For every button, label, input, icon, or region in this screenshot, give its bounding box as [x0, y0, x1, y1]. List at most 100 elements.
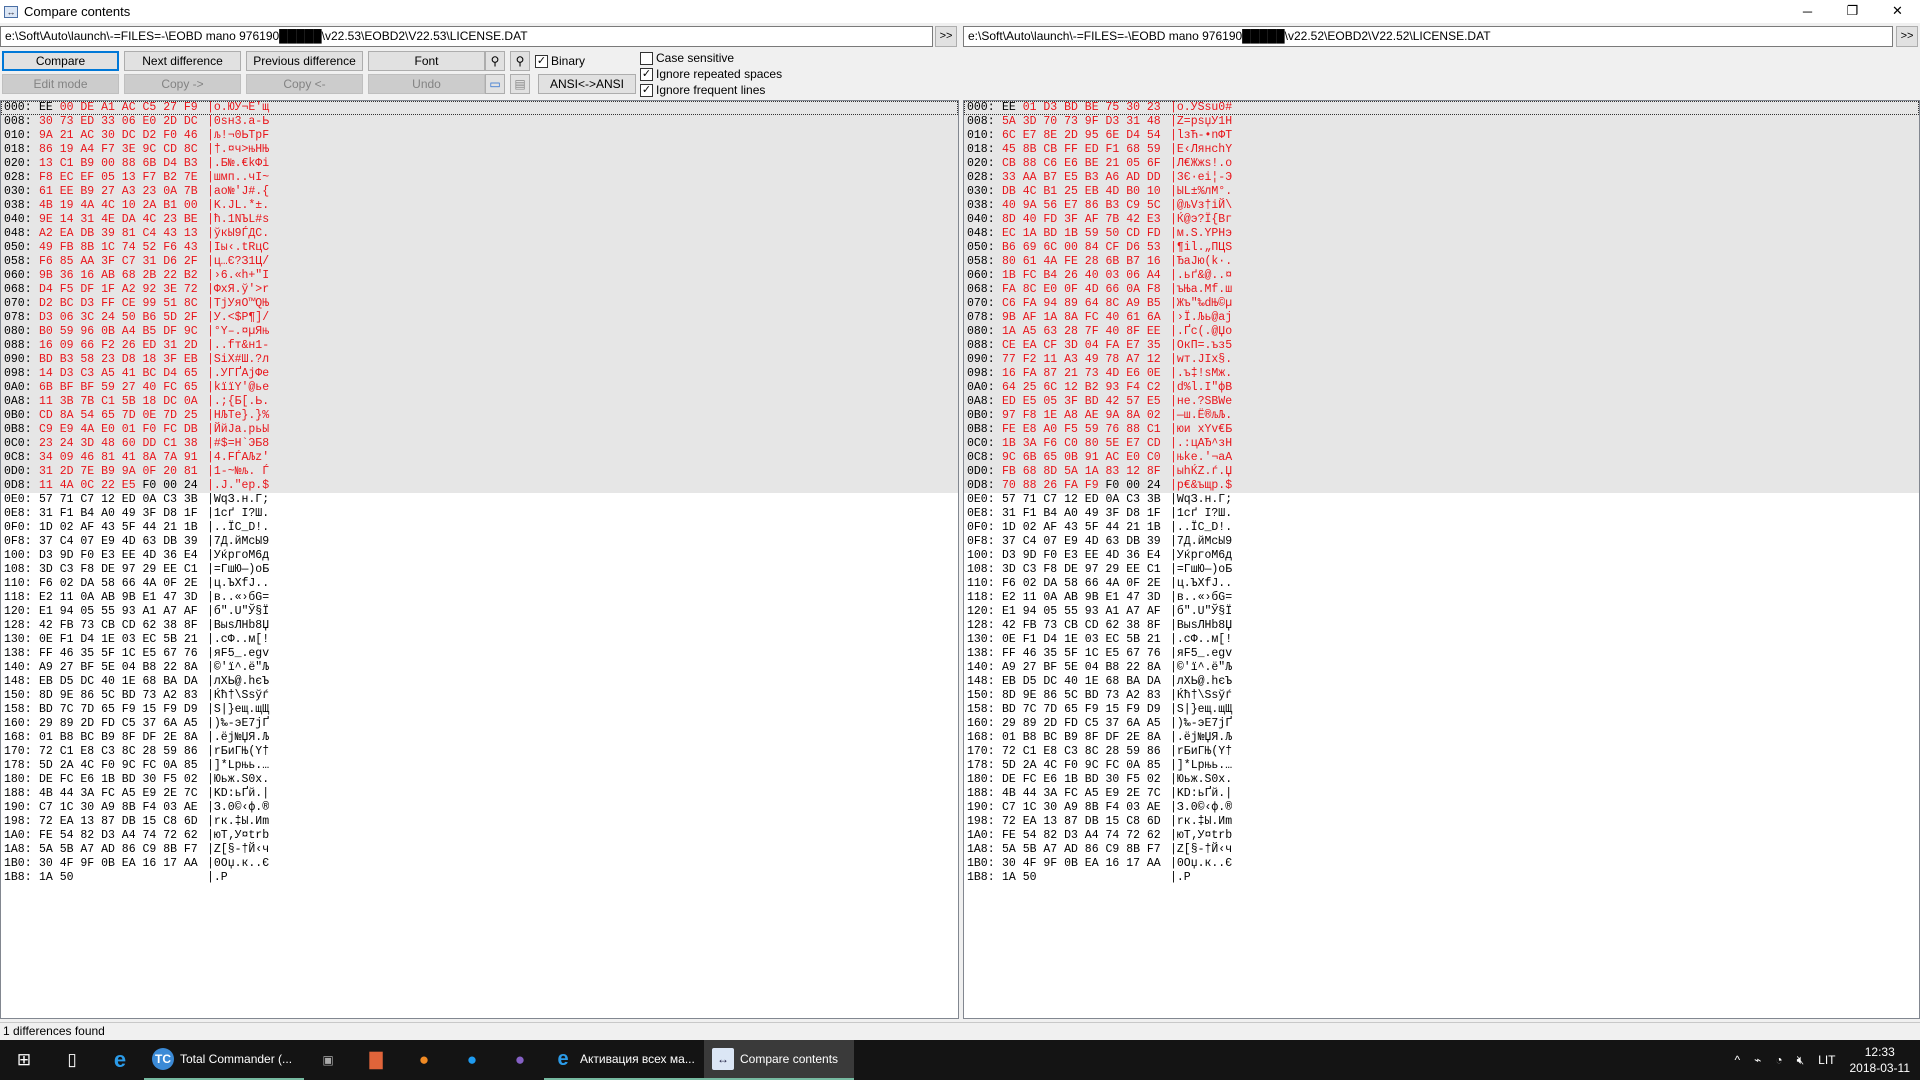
hex-row[interactable]: 180: DE FC E6 1B BD 30 F5 02 |Юьж.Ѕ0х. [1, 773, 958, 787]
hex-row[interactable]: 090: BD B3 58 23 D8 18 3F EB |ЅіX#Ш.?л [1, 353, 958, 367]
hex-row[interactable]: 030: 61 EE B9 27 A3 23 0A 7B |ao№'Ј#.{ [1, 185, 958, 199]
maximize-button[interactable]: ❐ [1830, 0, 1875, 22]
hex-row[interactable]: 0E0: 57 71 C7 12 ED 0A C3 3B |WqЗ.н.Г; [964, 493, 1919, 507]
hex-row[interactable]: 078: D3 06 3C 24 50 B6 5D 2F |У.<$P¶]/ [1, 311, 958, 325]
hex-row[interactable]: 150: 8D 9E 86 5C BD 73 A2 83 |Ќћ†\Ѕsўѓ [964, 689, 1919, 703]
binary-check-box[interactable]: ✓ [535, 54, 548, 68]
hex-row[interactable]: 020: CB 88 C6 E6 BE 21 05 6F |Л€Жжѕ!.o [964, 157, 1919, 171]
hex-row[interactable]: 058: F6 85 AA 3F C7 31 D6 2F |ц…Є?З1Ц/ [1, 255, 958, 269]
font-button[interactable]: Font [368, 51, 485, 71]
ignore-frequent-box[interactable]: ✓ [640, 83, 653, 97]
hex-row[interactable]: 048: A2 EA DB 39 81 C4 43 13 |ўкЫ9ЃДC. [1, 227, 958, 241]
hex-row[interactable]: 158: BD 7C 7D 65 F9 15 F9 D9 |Ѕ|}eщ.щЩ [964, 703, 1919, 717]
hex-row[interactable]: 110: F6 02 DA 58 66 4A 0F 2E |ц.ЪXfJ.. [1, 577, 958, 591]
ignore-spaces-box[interactable]: ✓ [640, 67, 653, 81]
hex-row[interactable]: 1A8: 5A 5B A7 AD 86 C9 8B F7 |Z[§-†Й‹ч [964, 843, 1919, 857]
hex-row[interactable]: 070: C6 FA 94 89 64 8C A9 B5 |Жъ"‰dЊ©µ [964, 297, 1919, 311]
ignore-repeated-spaces-checkbox[interactable]: ✓ Ignore repeated spaces [640, 67, 782, 81]
hex-row[interactable]: 140: A9 27 BF 5E 04 B8 22 8A |©'ї^.ё"Љ [964, 661, 1919, 675]
hex-row[interactable]: 148: EB D5 DC 40 1E 68 BA DA |лХЬ@.hєЪ [964, 675, 1919, 689]
previous-difference-button[interactable]: Previous difference [246, 51, 363, 71]
hex-row[interactable]: 190: C7 1C 30 A9 8B F4 03 AE |З.0©‹ф.® [964, 801, 1919, 815]
hex-row[interactable]: 0A8: 11 3B 7B C1 5B 18 DC 0A |.;{Б[.Ь. [1, 395, 958, 409]
ansi-conversion-button[interactable]: ANSI<->ANSI [538, 74, 636, 94]
save-icon[interactable]: ▤ [510, 74, 530, 94]
hex-row[interactable]: 1B0: 30 4F 9F 0B EA 16 17 AA |0Oџ.к..Є [1, 857, 958, 871]
case-sensitive-checkbox[interactable]: Case sensitive [640, 51, 734, 65]
right-browse-button[interactable]: >> [1896, 26, 1918, 47]
hex-row[interactable]: 050: B6 69 6C 00 84 CF D6 53 |¶il.„ПЦS [964, 241, 1919, 255]
clock[interactable]: 12:33 2018-03-11 [1850, 1044, 1911, 1076]
hex-row[interactable]: 1A8: 5A 5B A7 AD 86 C9 8B F7 |Z[§-†Й‹ч [1, 843, 958, 857]
hex-row[interactable]: 060: 1B FC B4 26 40 03 06 A4 |.ьґ&@..¤ [964, 269, 1919, 283]
hex-row[interactable]: 1A0: FE 54 82 D3 A4 74 72 62 |юT‚У¤trb [964, 829, 1919, 843]
hex-row[interactable]: 000: EE 00 DE A1 AC C5 27 F9 |o.ЮЎ¬Е'щ [1, 101, 958, 115]
hex-row[interactable]: 028: 33 AA B7 E5 B3 A6 AD DD |3Є·еі¦-Э [964, 171, 1919, 185]
hex-row[interactable]: 0E8: 31 F1 B4 A0 49 3F D8 1F |1сґ I?Ш. [1, 507, 958, 521]
hex-row[interactable]: 040: 9E 14 31 4E DA 4C 23 BE |ћ.1NЪL#ѕ [1, 213, 958, 227]
hex-row[interactable]: 198: 72 EA 13 87 DB 15 C8 6D |rк.‡Ы.Иm [1, 815, 958, 829]
hex-row[interactable]: 028: F8 EC EF 05 13 F7 B2 7E |шмп..чІ~ [1, 171, 958, 185]
hex-row[interactable]: 0B8: FE E8 A0 F5 59 76 88 C1 |юи хYv€Б [964, 423, 1919, 437]
volume-muted-icon[interactable]: 🔇︎ [1797, 1053, 1805, 1068]
hex-row[interactable]: 100: D3 9D F0 E3 EE 4D 36 E4 |УќргоM6д [1, 549, 958, 563]
hex-row[interactable]: 050: 49 FB 8B 1C 74 52 F6 43 |Iы‹.tRцC [1, 241, 958, 255]
hex-row[interactable]: 168: 01 B8 BC B9 8F DF 2E 8A |.ёј№ЏЯ.Љ [1, 731, 958, 745]
hex-row[interactable]: 080: 1A A5 63 28 7F 40 8F EE |.Ґc(.@Џо [964, 325, 1919, 339]
hex-row[interactable]: 008: 5A 3D 70 73 9F D3 31 48 |Z=psџУ1H [964, 115, 1919, 129]
hex-row[interactable]: 0F8: 37 C4 07 E9 4D 63 DB 39 |7Д.йMcЫ9 [1, 535, 958, 549]
hex-row[interactable]: 0C8: 34 09 46 81 41 8A 7A 91 |4.FЃAЉz' [1, 451, 958, 465]
hex-row[interactable]: 0A0: 64 25 6C 12 B2 93 F4 C2 |d%l.І"фВ [964, 381, 1919, 395]
hex-row[interactable]: 148: EB D5 DC 40 1E 68 BA DA |лХЬ@.hєЪ [1, 675, 958, 689]
blue-app-icon[interactable]: ● [448, 1040, 496, 1080]
hex-row[interactable]: 150: 8D 9E 86 5C BD 73 A2 83 |Ќћ†\Ѕsўѓ [1, 689, 958, 703]
hex-row[interactable]: 098: 14 D3 C3 A5 41 BC D4 65 |.УГҐAјФe [1, 367, 958, 381]
find-next-icon[interactable]: ⚲ [510, 51, 530, 71]
hex-row[interactable]: 0C8: 9C 6B 65 0B 91 AC E0 C0 |њke.'¬аА [964, 451, 1919, 465]
hex-row[interactable]: 110: F6 02 DA 58 66 4A 0F 2E |ц.ЪXfJ.. [964, 577, 1919, 591]
hex-row[interactable]: 058: 80 61 4A FE 28 6B B7 16 |ЂaJю(k·. [964, 255, 1919, 269]
hex-row[interactable]: 138: FF 46 35 5F 1C E5 67 76 |яF5_.еgv [1, 647, 958, 661]
hex-row[interactable]: 118: E2 11 0A AB 9B E1 47 3D |в..«›бG= [1, 591, 958, 605]
hex-row[interactable]: 1B8: 1A 50 |.P [964, 871, 1919, 885]
headphones-app-icon[interactable]: ▇ [352, 1040, 400, 1080]
hex-row[interactable]: 008: 30 73 ED 33 06 E0 2D DC |0sн3.а-Ь [1, 115, 958, 129]
hex-row[interactable]: 130: 0E F1 D4 1E 03 EC 5B 21 |.сФ..м[! [964, 633, 1919, 647]
hex-row[interactable]: 0F0: 1D 02 AF 43 5F 44 21 1B |..ЇC_D!. [964, 521, 1919, 535]
hex-row[interactable]: 010: 9A 21 AC 30 DC D2 F0 46 |љ!¬0ЬТрF [1, 129, 958, 143]
hex-row[interactable]: 128: 42 FB 73 CB CD 62 38 8F |BыsЛНb8Џ [964, 619, 1919, 633]
hex-row[interactable]: 138: FF 46 35 5F 1C E5 67 76 |яF5_.еgv [964, 647, 1919, 661]
hex-row[interactable]: 188: 4B 44 3A FC A5 E9 2E 7C |KD:ьҐй.| [964, 787, 1919, 801]
hex-row[interactable]: 0C0: 1B 3A F6 C0 80 5E E7 CD |.:цАЂ^зН [964, 437, 1919, 451]
hex-row[interactable]: 030: DB 4C B1 25 EB 4D B0 10 |ЫL±%лM°. [964, 185, 1919, 199]
hex-row[interactable]: 140: A9 27 BF 5E 04 B8 22 8A |©'ї^.ё"Љ [1, 661, 958, 675]
copy-right-button[interactable]: Copy -> [124, 74, 241, 94]
hex-row[interactable]: 170: 72 C1 E8 C3 8C 28 59 86 |rБиГЊ(Y† [964, 745, 1919, 759]
left-file-path-input[interactable]: e:\Soft\Auto\launch\-=FILES=-\EOBD mano … [0, 26, 933, 47]
hex-row[interactable]: 068: D4 F5 DF 1F A2 92 3E 72 |ФхЯ.ў'>r [1, 283, 958, 297]
hex-row[interactable]: 078: 9B AF 1A 8A FC 40 61 6A |›Ї.Љь@aj [964, 311, 1919, 325]
hex-row[interactable]: 088: 16 09 66 F2 26 ED 31 2D |..fт&н1- [1, 339, 958, 353]
battery-icon[interactable]: ⌁ [1754, 1053, 1761, 1067]
hex-row[interactable]: 160: 29 89 2D FD C5 37 6A A5 |)‰-эЕ7jҐ [1, 717, 958, 731]
compare-button[interactable]: Compare [2, 51, 119, 71]
hex-row[interactable]: 068: FA 8C E0 0F 4D 66 0A F8 |ъЊа.Mf.ш [964, 283, 1919, 297]
hex-row[interactable]: 088: CE EA CF 3D 04 FA E7 35 |ОкП=.ъз5 [964, 339, 1919, 353]
hex-row[interactable]: 158: BD 7C 7D 65 F9 15 F9 D9 |Ѕ|}eщ.щЩ [1, 703, 958, 717]
start-windows-icon[interactable]: ⊞ [0, 1040, 48, 1080]
hex-row[interactable]: 130: 0E F1 D4 1E 03 EC 5B 21 |.сФ..м[! [1, 633, 958, 647]
hex-row[interactable]: 160: 29 89 2D FD C5 37 6A A5 |)‰-эЕ7jҐ [964, 717, 1919, 731]
hex-row[interactable]: 1A0: FE 54 82 D3 A4 74 72 62 |юT‚У¤trb [1, 829, 958, 843]
copy-left-button[interactable]: Copy <- [246, 74, 363, 94]
edit-mode-button[interactable]: Edit mode [2, 74, 119, 94]
hex-row[interactable]: 048: EC 1A BD 1B 59 50 CD FD |м.Ѕ.YPНэ [964, 227, 1919, 241]
undo-button[interactable]: Undo [368, 74, 485, 94]
hex-row[interactable]: 0A8: ED E5 05 3F BD 42 57 E5 |не.?ЅBWе [964, 395, 1919, 409]
hex-row[interactable]: 070: D2 BC D3 FF CE 99 51 8C |ТјУяО™QЊ [1, 297, 958, 311]
hex-row[interactable]: 108: 3D C3 F8 DE 97 29 EE C1 |=ГшЮ—)оБ [1, 563, 958, 577]
show-hidden-icons-chevron-icon[interactable]: ^ [1734, 1053, 1740, 1067]
window-layout-icon[interactable]: ▭ [485, 74, 505, 94]
hex-row[interactable]: 0D0: 31 2D 7E B9 9A 0F 20 81 |1-~№љ. Ѓ [1, 465, 958, 479]
find-icon[interactable]: ⚲ [485, 51, 505, 71]
hex-row[interactable]: 128: 42 FB 73 CB CD 62 38 8F |BыsЛНb8Џ [1, 619, 958, 633]
